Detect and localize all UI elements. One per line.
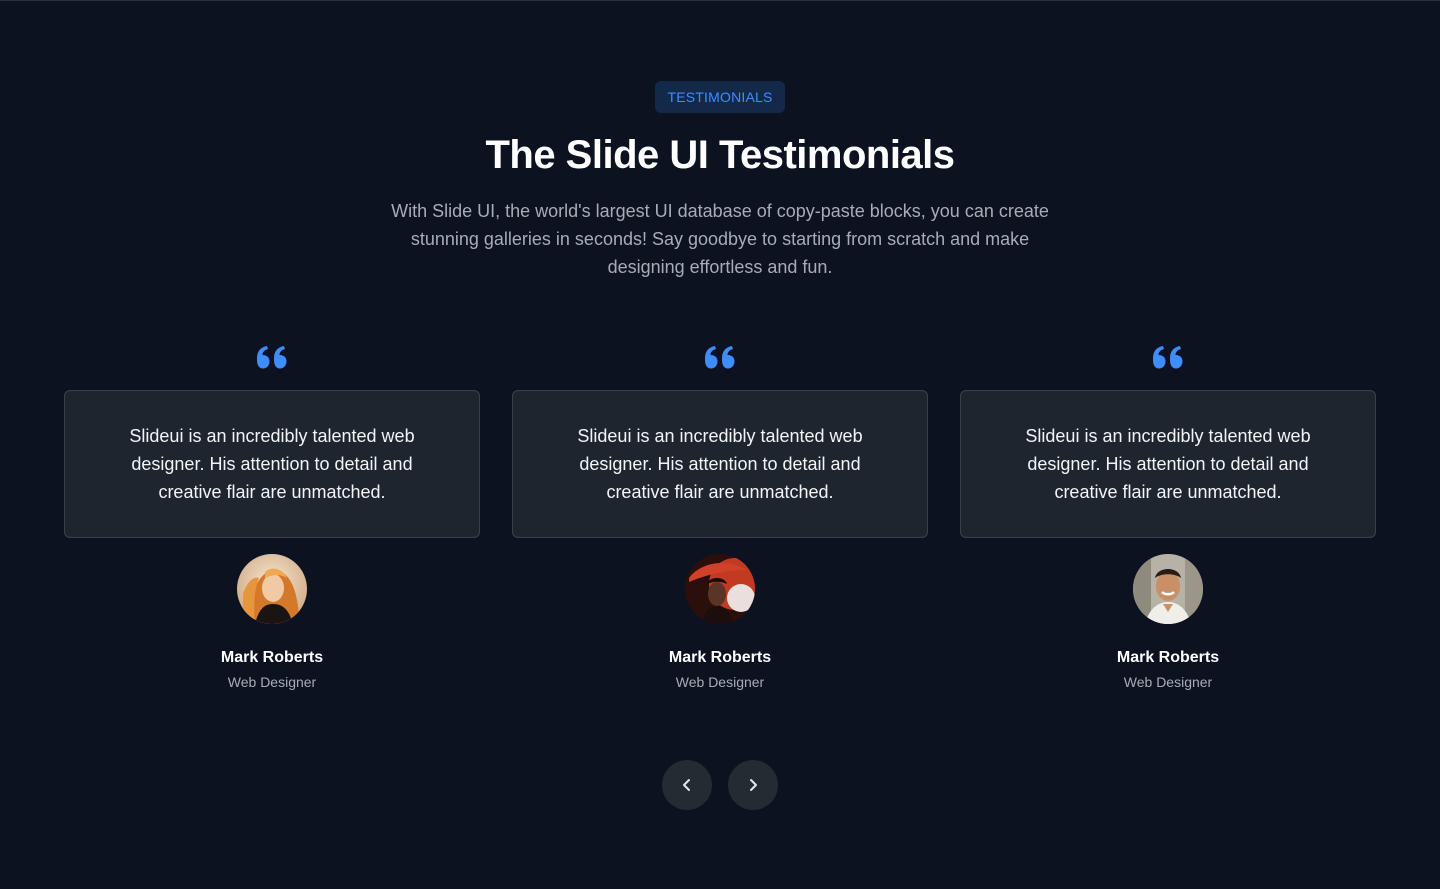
section-header: TESTIMONIALS The Slide UI Testimonials W… (0, 81, 1440, 281)
quote-text: Slideui is an incredibly talented web de… (1025, 426, 1311, 502)
previous-button[interactable] (662, 760, 712, 810)
author-role: Web Designer (1123, 674, 1213, 690)
avatar (237, 554, 307, 624)
chevron-right-icon (750, 779, 757, 791)
author-name: Mark Roberts (1116, 649, 1220, 666)
avatar (685, 554, 755, 624)
quote-text: Slideui is an incredibly talented web de… (129, 426, 415, 502)
author-role: Web Designer (227, 674, 317, 690)
quote-box: Slideui is an incredibly talented web de… (64, 390, 480, 538)
author-name: Mark Roberts (220, 649, 324, 666)
quote-text: Slideui is an incredibly talented web de… (577, 426, 863, 502)
testimonial-card: Slideui is an incredibly talented web de… (64, 341, 480, 692)
avatar (1133, 554, 1203, 624)
author-role: Web Designer (675, 674, 765, 690)
chevron-left-icon (683, 779, 690, 791)
testimonials-section: TESTIMONIALS The Slide UI Testimonials W… (0, 0, 1440, 889)
quote-box: Slideui is an incredibly talented web de… (960, 390, 1376, 538)
testimonial-card: Slideui is an incredibly talented web de… (512, 341, 928, 692)
quote-icon (257, 346, 287, 369)
author-name: Mark Roberts (668, 649, 772, 666)
quote-box: Slideui is an incredibly talented web de… (512, 390, 928, 538)
section-title: The Slide UI Testimonials (485, 133, 955, 177)
quote-icon (705, 346, 735, 369)
next-button[interactable] (728, 760, 778, 810)
testimonial-card: Slideui is an incredibly talented web de… (960, 341, 1376, 692)
section-badge: TESTIMONIALS (655, 81, 785, 113)
carousel-navigation (662, 760, 778, 810)
testimonial-list: Slideui is an incredibly talented web de… (64, 341, 1376, 692)
section-subtitle: With Slide UI, the world's largest UI da… (391, 201, 1049, 277)
quote-icon (1153, 346, 1183, 369)
